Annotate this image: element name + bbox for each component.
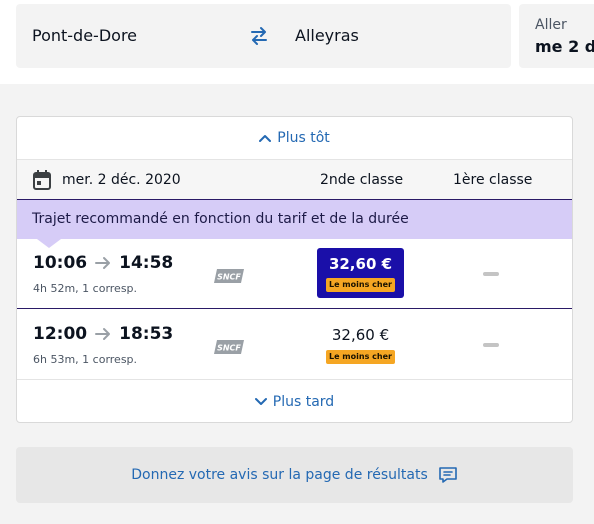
trip-row[interactable]: 10:06 14:58 4h 52m, 1 corresp. SNCF 32,6… [17,239,572,309]
first-class-unavailable [483,343,499,347]
search-bar: Pont-de-Dore Alleyras Aller me 2 déc [0,0,594,84]
second-class-header: 2nde classe [320,172,404,188]
recommended-banner: Trajet recommandé en fonction du tarif e… [17,200,572,239]
chevron-up-icon [259,135,272,142]
svg-text:SNCF: SNCF [217,273,241,282]
trip-duration: 6h 53m, 1 corresp. [33,353,138,366]
feedback-label: Donnez votre avis sur la page de résulta… [131,467,428,483]
trip-row[interactable]: 12:00 18:53 6h 53m, 1 corresp. SNCF 32,6… [17,310,572,380]
price-second-class-selected[interactable]: 32,60 € Le moins cher [317,248,404,298]
trip-duration: 4h 52m, 1 corresp. [33,282,138,295]
arrow-right-icon [95,257,111,269]
route-selector[interactable]: Pont-de-Dore Alleyras [16,4,511,68]
arrival-time: 18:53 [119,324,174,344]
first-class-unavailable [483,272,499,276]
arrival-time: 14:58 [119,253,174,273]
earlier-trips-button[interactable]: Plus tôt [17,117,572,160]
departure-date-label: Aller [535,17,567,33]
results-header: mer. 2 déc. 2020 2nde classe 1ère classe [17,160,572,200]
later-trips-button[interactable]: Plus tard [17,381,572,422]
earlier-trips-label: Plus tôt [277,130,330,146]
recommended-trip-block: Trajet recommandé en fonction du tarif e… [17,199,572,309]
price-amount: 32,60 € [328,255,393,273]
feedback-button[interactable]: Donnez votre avis sur la page de résulta… [16,447,573,503]
arrow-right-icon [95,328,111,340]
chat-feedback-icon [438,467,457,483]
cheapest-badge: Le moins cher [326,278,395,292]
sncf-logo-icon: SNCF [214,340,244,354]
origin-station[interactable]: Pont-de-Dore [32,26,137,45]
departure-date-field[interactable]: Aller me 2 déc [519,4,594,68]
results-date: mer. 2 déc. 2020 [62,172,181,188]
swap-arrows-icon[interactable] [248,24,270,48]
departure-time: 12:00 [33,324,88,344]
svg-text:SNCF: SNCF [217,344,241,353]
cheapest-badge: Le moins cher [326,350,395,364]
calendar-icon [33,170,51,190]
departure-date-value: me 2 déc [535,37,594,56]
results-card: Plus tôt mer. 2 déc. 2020 2nde classe 1è… [16,116,573,423]
destination-station[interactable]: Alleyras [295,26,359,45]
sncf-logo-icon: SNCF [214,269,244,283]
recommended-banner-text: Trajet recommandé en fonction du tarif e… [32,211,409,227]
departure-time: 10:06 [33,253,88,273]
trip-times: 12:00 18:53 [33,324,173,344]
chevron-down-icon [254,398,267,405]
first-class-header: 1ère classe [453,172,533,188]
trip-times: 10:06 14:58 [33,253,173,273]
later-trips-label: Plus tard [272,394,335,410]
price-amount: 32,60 € [331,326,390,344]
